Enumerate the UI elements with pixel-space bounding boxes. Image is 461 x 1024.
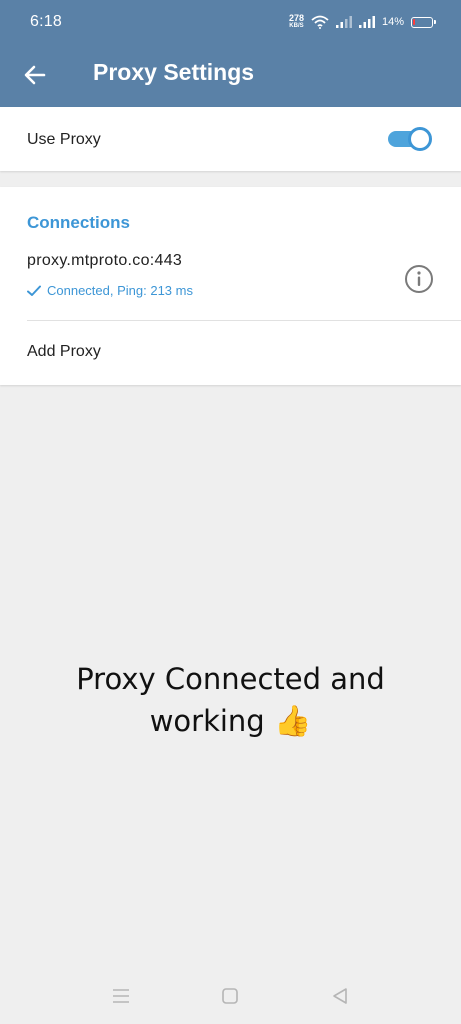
app-bar: Proxy Settings <box>0 44 461 107</box>
proxy-status-text: Connected, Ping: 213 ms <box>47 283 193 298</box>
nav-menu-button[interactable] <box>107 982 135 1010</box>
signal-icon-2 <box>358 16 375 28</box>
info-icon <box>405 265 433 293</box>
page-title: Proxy Settings <box>93 59 255 85</box>
checkmark-icon <box>27 285 41 296</box>
battery-fill <box>413 18 415 25</box>
status-time: 6:18 <box>30 13 62 30</box>
connections-header: Connections <box>27 213 130 232</box>
use-proxy-row[interactable]: Use Proxy <box>0 107 461 171</box>
back-triangle-icon <box>333 988 347 1004</box>
toggle-knob <box>408 127 432 151</box>
connections-card: Connections proxy.mtproto.co:443 Connect… <box>0 187 461 385</box>
network-speed-unit: KB/S <box>289 23 304 29</box>
overlay-caption: Proxy Connected and working 👍 <box>0 658 461 743</box>
home-square-icon <box>222 988 238 1004</box>
network-speed-value: 278 <box>288 13 304 23</box>
wifi-icon <box>311 15 329 29</box>
caption-line-2: working 👍 <box>0 700 461 743</box>
top-bar: 6:18 278 KB/S 14% Proxy Settings <box>0 0 461 107</box>
proxy-settings-screen: 6:18 278 KB/S 14% Proxy Settings Use Pro… <box>0 0 461 1024</box>
system-nav-bar <box>0 968 461 1024</box>
proxy-status: Connected, Ping: 213 ms <box>27 283 193 298</box>
caption-line-1: Proxy Connected and <box>76 662 385 696</box>
divider <box>27 320 461 321</box>
network-speed: 278 KB/S <box>289 14 304 30</box>
add-proxy-button[interactable]: Add Proxy <box>27 343 101 361</box>
signal-icon <box>335 16 352 28</box>
use-proxy-toggle[interactable] <box>388 127 432 151</box>
menu-icon <box>113 989 129 1003</box>
caption-text-2: working <box>149 704 265 738</box>
proxy-host: proxy.mtproto.co:443 <box>27 252 183 269</box>
arrow-left-icon <box>24 65 46 85</box>
use-proxy-label: Use Proxy <box>27 131 101 148</box>
back-button[interactable] <box>18 58 52 92</box>
nav-back-button[interactable] <box>326 982 354 1010</box>
thumbs-up-icon: 👍 <box>273 704 312 739</box>
battery-icon <box>411 16 436 28</box>
battery-percent: 14% <box>381 16 404 28</box>
proxy-info-button[interactable] <box>404 264 434 294</box>
status-icons: 278 KB/S 14% <box>289 12 436 32</box>
status-bar: 6:18 278 KB/S 14% <box>0 0 461 44</box>
nav-home-button[interactable] <box>216 982 244 1010</box>
